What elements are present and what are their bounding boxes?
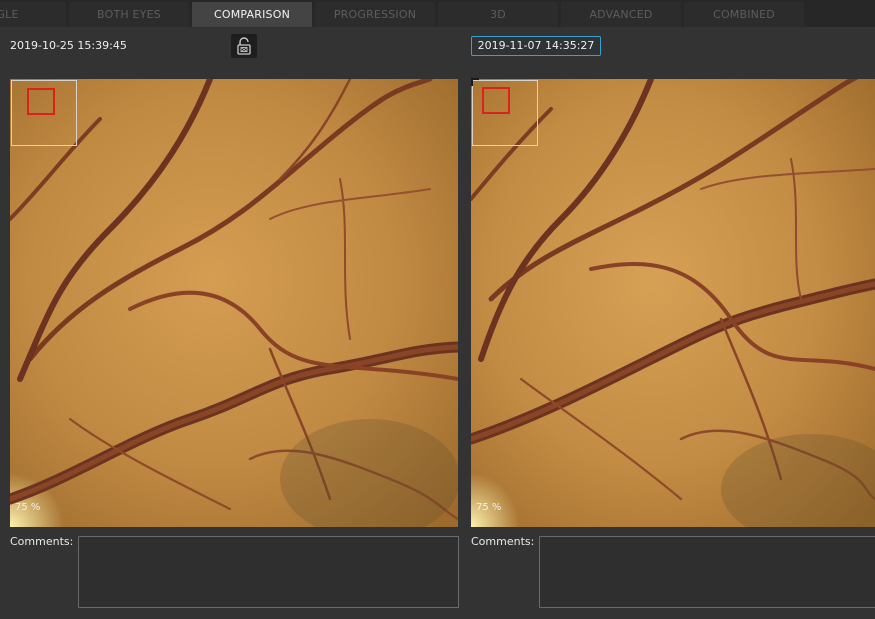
left-comments-field[interactable] [78,536,459,608]
right-exam-date-selector[interactable]: 2019-11-07 14:35:27 [471,36,601,56]
region-of-interest-marker[interactable] [27,88,55,115]
tab-combined[interactable]: COMBINED [684,2,804,27]
left-comments-label: Comments: [10,535,74,548]
fundus-image-right [471,79,875,527]
sync-lock-button[interactable] [231,34,257,58]
left-fundus-image[interactable]: 75 % [10,79,458,527]
overview-thumbnail[interactable] [11,80,77,146]
right-comments-field[interactable] [539,536,875,608]
region-of-interest-marker[interactable] [482,87,510,114]
left-exam-date: 2019-10-25 15:39:45 [10,39,127,52]
tab-advanced[interactable]: ADVANCED [561,2,681,27]
app-window: NGLE BOTH EYES COMPARISON PROGRESSION 3D… [0,0,875,619]
left-zoom-level: 75 % [15,502,41,513]
overview-thumbnail[interactable] [472,80,538,146]
right-zoom-level: 75 % [476,502,502,513]
tab-progression[interactable]: PROGRESSION [315,2,435,27]
fundus-image-left [10,79,458,527]
tab-both-eyes[interactable]: BOTH EYES [69,2,189,27]
tab-single[interactable]: NGLE [0,2,66,27]
crop-corner-handle[interactable] [471,78,479,86]
right-fundus-image[interactable]: 75 % [471,79,875,527]
tab-3d[interactable]: 3D [438,2,558,27]
tab-comparison[interactable]: COMPARISON [192,2,312,27]
tab-bar: NGLE BOTH EYES COMPARISON PROGRESSION 3D… [0,0,875,27]
right-comments-label: Comments: [471,535,535,548]
